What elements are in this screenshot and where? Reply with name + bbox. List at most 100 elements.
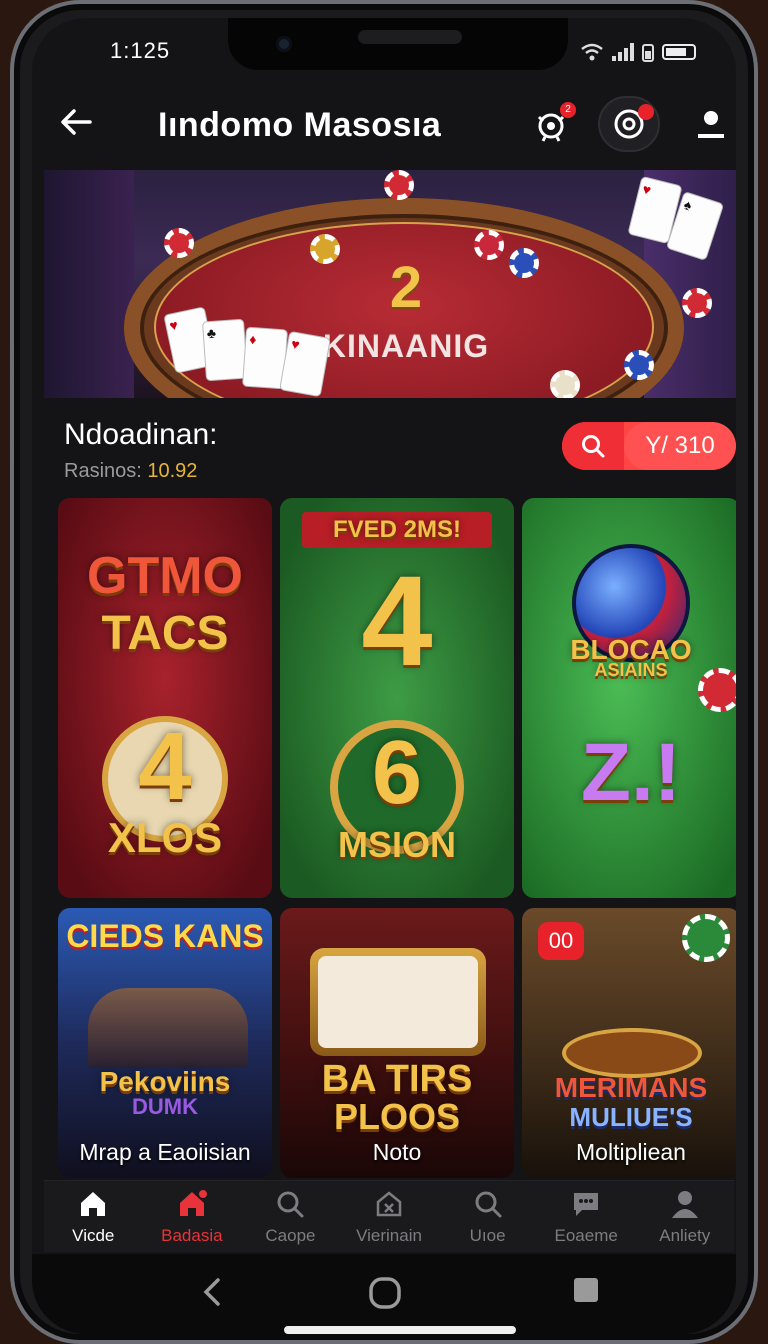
- roulette: [562, 1028, 702, 1078]
- nav-label: Eoaeme: [554, 1225, 618, 1245]
- tile-badge: 00: [538, 922, 584, 960]
- notification-badge: 2: [560, 102, 576, 118]
- nav-label: Vierinain: [356, 1225, 422, 1245]
- game-art-number: 4: [361, 550, 433, 693]
- search-button[interactable]: [562, 422, 624, 470]
- profile-button[interactable]: [686, 100, 736, 150]
- game-art-text: TACS: [101, 607, 229, 660]
- bottom-nav: Vicde Badasia Caope Vierinain Uıoe Eoaem…: [44, 1180, 734, 1252]
- banner-number: 2: [389, 255, 423, 320]
- nav-item-chat[interactable]: Eoaeme: [537, 1181, 636, 1252]
- game-tile[interactable]: 00 MERIMANS MULIUE'S Moltipliean: [522, 908, 736, 1178]
- sub-label: Rasinos:: [64, 460, 142, 482]
- section-subtitle: Rasinos: 10.92: [64, 460, 197, 483]
- red-dot-badge: [638, 104, 654, 120]
- chevron-left-icon: [203, 1278, 220, 1306]
- arrow-left-icon: [61, 109, 92, 135]
- chip: [509, 248, 539, 278]
- game-art-number: 4: [138, 713, 192, 820]
- screen: 1:125 Iındomo Masosıa 2 2 KINAANIG ♥ ♣ ♦…: [32, 18, 736, 1334]
- signal-icon: [612, 43, 634, 61]
- section-title: Ndoadinan:: [64, 418, 218, 451]
- game-art-text: GTMO: [87, 547, 243, 605]
- chip: [682, 288, 712, 318]
- user-icon: [671, 1190, 698, 1218]
- nav-item-casino[interactable]: Badasia: [143, 1181, 242, 1252]
- search-icon: [277, 1191, 304, 1217]
- nav-item-search[interactable]: Caope: [241, 1181, 340, 1252]
- house-hot-icon: [179, 1187, 208, 1216]
- system-back-button[interactable]: [200, 1276, 224, 1316]
- circle-home-icon: [369, 1277, 401, 1309]
- chip: [474, 230, 504, 260]
- game-art-text: MSION: [337, 824, 456, 865]
- game-tile[interactable]: GTMO TACS 4 XLOS: [58, 498, 272, 898]
- game-tile[interactable]: CIEDS KANS Pekoviins DUMK Mrap a Eaoiisi…: [58, 908, 272, 1178]
- page-title: Iındomo Masosıa: [158, 106, 442, 144]
- earpiece-speaker: [358, 30, 462, 44]
- game-title: Noto: [372, 1139, 422, 1165]
- game-tile[interactable]: FVED 2MS! 4 6 MSION: [280, 498, 514, 898]
- game-art-number: 6: [371, 723, 423, 823]
- game-art-text: XLOS: [107, 814, 223, 861]
- chip: [682, 914, 730, 962]
- spin-button[interactable]: [598, 96, 660, 152]
- game-title: Mrap a Eaoiisian: [79, 1139, 251, 1165]
- sub-value: 10.92: [147, 460, 198, 482]
- app-header: Iındomo Masosıa 2: [32, 84, 736, 164]
- system-nav-bar: [32, 1254, 736, 1334]
- game-art-text: BA TIRS: [321, 1058, 473, 1100]
- performers: [88, 988, 248, 1068]
- search-icon: [475, 1191, 502, 1217]
- nav-item-profile[interactable]: Anliety: [635, 1181, 734, 1252]
- camera-notch: [228, 18, 568, 70]
- system-home-button[interactable]: [368, 1276, 402, 1318]
- home-indicator[interactable]: [284, 1326, 516, 1334]
- ribbon-text: FVED 2MS!: [332, 516, 461, 543]
- status-icons: [580, 42, 696, 62]
- nav-label: Uıoe: [469, 1225, 506, 1245]
- game-tile[interactable]: BLOCAO ASIAINS Z.!: [522, 498, 736, 898]
- rewards-button[interactable]: 2: [526, 100, 576, 150]
- nav-label: Anliety: [659, 1225, 711, 1245]
- box-icon: [376, 1190, 402, 1216]
- wifi-icon: [581, 43, 603, 61]
- filter-value[interactable]: Y/ 310: [624, 422, 736, 470]
- nav-label: Vicde: [72, 1225, 115, 1245]
- section-header: Ndoadinan: Rasinos: 10.92 Y/ 310: [32, 410, 736, 490]
- game-grid: GTMO TACS 4 XLOS FVED 2MS! 4 6 MSION BLO…: [58, 498, 736, 1180]
- game-art-text: Z.!: [580, 727, 682, 818]
- playing-card: ♣: [201, 318, 249, 382]
- status-time: 1:125: [110, 38, 171, 63]
- chip: [164, 228, 194, 258]
- nav-item-home[interactable]: Vicde: [44, 1181, 143, 1252]
- search-pill[interactable]: Y/ 310: [562, 422, 736, 470]
- game-title: Moltipliean: [576, 1139, 686, 1165]
- home-icon: [81, 1191, 106, 1216]
- chip: [624, 350, 654, 380]
- front-camera: [276, 36, 292, 52]
- nav-label: Badasia: [161, 1225, 223, 1245]
- hero-banner[interactable]: 2 KINAANIG ♥ ♣ ♦ ♥ ♥ ♠: [44, 170, 736, 398]
- game-art-text: PLOOS: [333, 1096, 461, 1137]
- chip: [550, 370, 580, 398]
- back-button[interactable]: [58, 104, 98, 144]
- game-art-text: DUMK: [132, 1094, 198, 1119]
- nav-item-box[interactable]: Vierinain: [340, 1181, 439, 1252]
- slot-machines-left: [44, 170, 134, 398]
- battery-small-icon: [642, 44, 654, 62]
- game-art-text: MERIMANS: [554, 1072, 708, 1103]
- reel-window: [318, 956, 478, 1048]
- battery-icon: [662, 44, 696, 60]
- game-tile[interactable]: BA TIRS PLOOS Noto: [280, 908, 514, 1178]
- search-icon: [582, 435, 605, 458]
- chip: [384, 170, 414, 200]
- nav-label: Caope: [265, 1225, 316, 1245]
- slot-reels: [310, 948, 486, 1056]
- chip: [698, 668, 736, 712]
- system-recents-button[interactable]: [572, 1276, 600, 1312]
- nav-item-search-2[interactable]: Uıoe: [438, 1181, 537, 1252]
- phone-frame: 1:125 Iındomo Masosıa 2 2 KINAANIG ♥ ♣ ♦…: [10, 0, 758, 1344]
- chip: [310, 234, 340, 264]
- user-icon: [698, 111, 724, 138]
